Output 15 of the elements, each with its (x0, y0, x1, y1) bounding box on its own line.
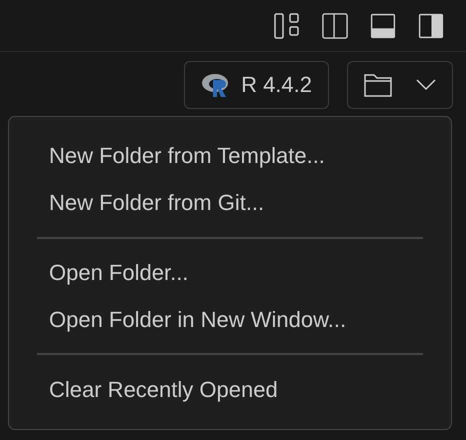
sidebar-icon (322, 12, 348, 40)
open-folder-dropdown[interactable] (347, 61, 453, 109)
menu-item[interactable]: New Folder from Git... (9, 180, 451, 227)
layout-button[interactable] (272, 10, 302, 40)
menu-item[interactable]: New Folder from Template... (9, 133, 451, 180)
menu-item[interactable]: Open Folder... (9, 250, 451, 296)
chevron-down-icon (416, 79, 436, 91)
menu-item[interactable]: Open Folder in New Window... (9, 296, 451, 344)
secondary-sidebar-icon (418, 12, 444, 40)
r-version-button[interactable]: R 4.4.2 (184, 61, 329, 109)
panel-icon (370, 12, 396, 40)
menu-item[interactable]: Clear Recently Opened (9, 366, 451, 413)
layout-button[interactable] (320, 10, 350, 40)
layout-icon (274, 12, 300, 38)
folder-icon (364, 73, 392, 97)
